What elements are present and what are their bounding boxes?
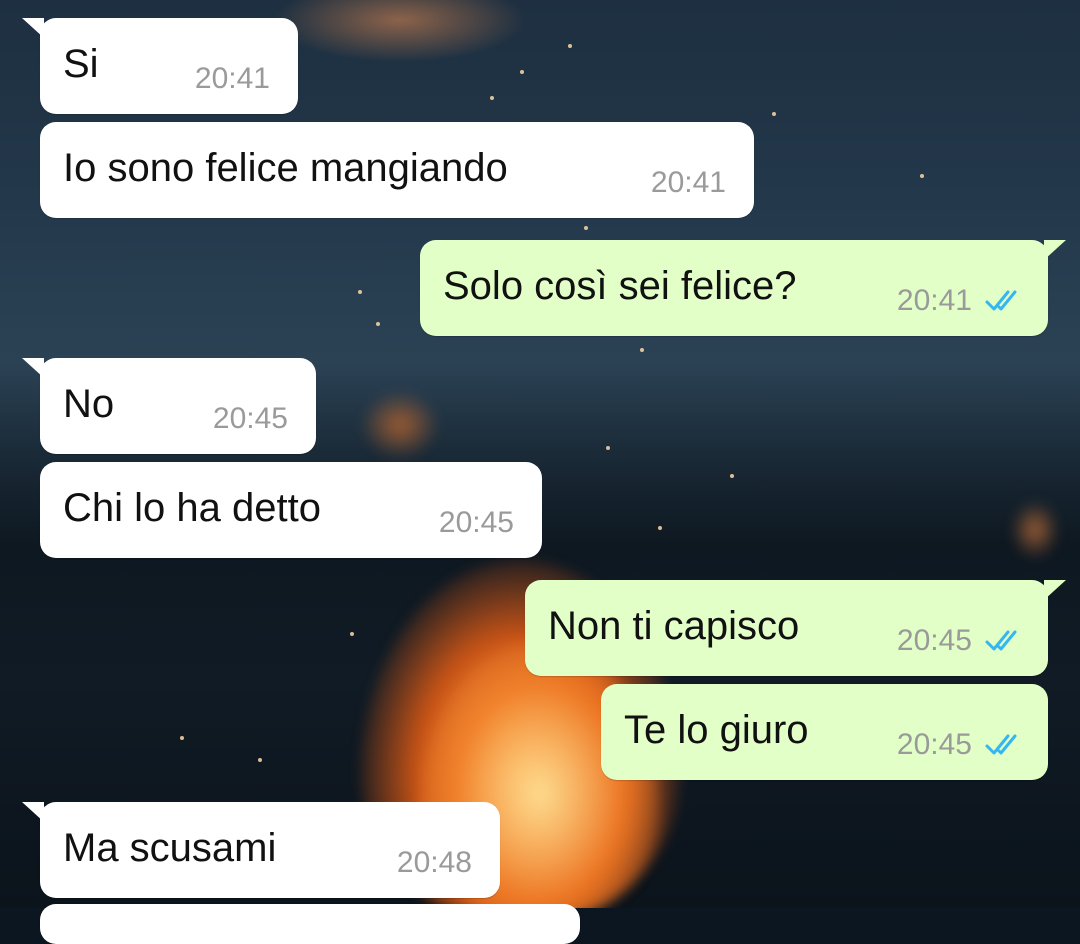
message-bubble-outgoing[interactable]: Non ti capisco 20:45: [525, 580, 1066, 676]
message-timestamp: 20:41: [650, 166, 726, 199]
read-double-check-icon: [985, 630, 1017, 651]
spark: [772, 112, 776, 116]
spark: [606, 446, 610, 450]
message-timestamp: 20:41: [896, 284, 972, 317]
message-bubble-incoming-partial[interactable]: [40, 904, 580, 944]
spark: [730, 474, 734, 478]
spark: [584, 226, 588, 230]
message-timestamp: 20:45: [438, 506, 514, 539]
message-bubble-incoming[interactable]: Chi lo ha detto 20:45: [40, 462, 542, 558]
message-bubble-outgoing[interactable]: Solo così sei felice? 20:41: [420, 240, 1066, 336]
spark: [920, 174, 924, 178]
fire-ember: [360, 390, 440, 460]
message-bubble-outgoing[interactable]: Te lo giuro 20:45: [601, 684, 1048, 780]
spark: [568, 44, 572, 48]
message-timestamp: 20:41: [194, 62, 270, 95]
spark: [180, 736, 184, 740]
spark: [658, 526, 662, 530]
spark: [258, 758, 262, 762]
message-timestamp: 20:48: [396, 846, 472, 879]
read-double-check-icon: [985, 290, 1017, 311]
message-text: Chi lo ha detto: [63, 486, 321, 530]
message-bubble-incoming[interactable]: Si 20:41: [22, 18, 298, 114]
message-text: Si: [63, 42, 99, 86]
message-text: No: [63, 382, 115, 426]
spark: [350, 632, 354, 636]
spark: [358, 290, 362, 294]
spark: [490, 96, 494, 100]
message-text: Non ti capisco: [548, 604, 800, 648]
message-text: Solo così sei felice?: [443, 264, 797, 308]
message-text: Te lo giuro: [624, 708, 809, 752]
message-text: Io sono felice mangiando: [63, 146, 508, 190]
message-text: Ma scusami: [63, 826, 277, 870]
message-bubble-incoming[interactable]: Io sono felice mangiando 20:41: [40, 122, 754, 218]
spark: [640, 348, 644, 352]
message-timestamp: 20:45: [212, 402, 288, 435]
message-timestamp: 20:45: [896, 728, 972, 761]
read-double-check-icon: [985, 734, 1017, 755]
message-bubble-incoming[interactable]: Ma scusami 20:48: [22, 802, 500, 898]
distant-light: [1010, 500, 1060, 560]
spark: [376, 322, 380, 326]
spark: [520, 70, 524, 74]
message-timestamp: 20:45: [896, 624, 972, 657]
message-bubble-incoming[interactable]: No 20:45: [22, 358, 316, 454]
